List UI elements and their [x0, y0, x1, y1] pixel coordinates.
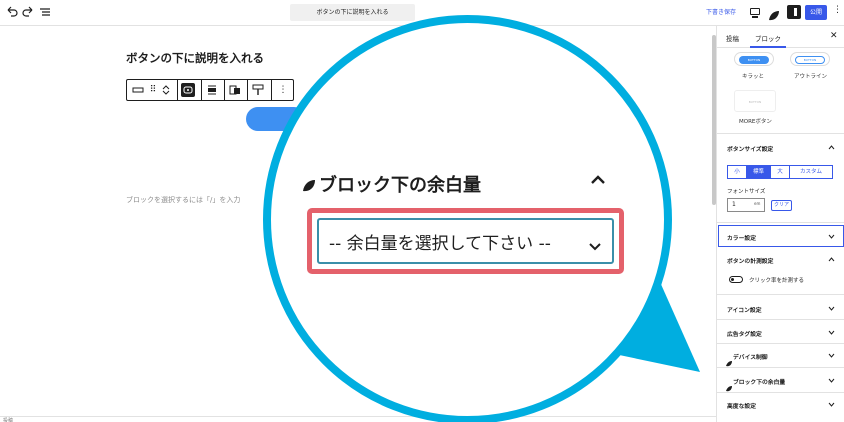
toolbar-divider	[271, 80, 272, 100]
size-button-group: 小 標準 大 カスタム	[727, 165, 833, 179]
align-icon[interactable]	[205, 83, 219, 97]
style-kiratto-preview: BUTTON	[739, 56, 769, 64]
editor-screen: ボタンの下に説明を入れる 下書き保存 公開 ⋮ ボタンの下に説明を入れる ⠿ ⋮…	[0, 0, 844, 422]
toolbar-divider	[177, 80, 178, 100]
block-toolbar: ⠿ ⋮	[126, 79, 294, 101]
publish-button[interactable]: 公開	[805, 5, 827, 20]
bottom-margin-select[interactable]: -- 余白量を選択して下さい --	[317, 218, 614, 264]
settings-sidebar: 投稿 ブロック ✕ BUTTON キラッと BUTTON アウトライン BUTT…	[716, 26, 844, 422]
advanced-section-title[interactable]: 高度な設定	[727, 401, 756, 410]
leaf-icon	[726, 377, 732, 392]
close-icon[interactable]: ✕	[830, 31, 838, 41]
color-section-title[interactable]: カラー設定	[727, 233, 756, 242]
section-divider	[717, 133, 844, 134]
sidebar-tabs: 投稿 ブロック ✕	[717, 26, 844, 48]
toolbar-divider	[247, 80, 248, 100]
save-draft-button[interactable]: 下書き保存	[706, 7, 736, 16]
style-kiratto-label: キラッと	[742, 74, 765, 80]
device-control-section-title[interactable]: デバイス制御	[733, 352, 768, 361]
chevron-down-icon[interactable]	[828, 329, 835, 336]
section-divider	[717, 319, 844, 320]
icon-section-title[interactable]: アイコン設定	[727, 305, 762, 314]
chevron-up-icon[interactable]	[828, 144, 835, 151]
zoom-magnifier: ブロック下の余白量 -- 余白量を選択して下さい --	[263, 15, 672, 422]
section-divider	[717, 392, 844, 393]
list-view-icon[interactable]	[37, 5, 53, 21]
leaf-icon	[726, 352, 732, 367]
document-title-bar[interactable]: ボタンの下に説明を入れる	[290, 4, 415, 21]
block-options-icon[interactable]: ⋮	[276, 83, 290, 97]
post-heading[interactable]: ボタンの下に説明を入れる	[126, 50, 264, 66]
move-up-down-icon[interactable]	[159, 83, 173, 97]
style-outline-preview: BUTTON	[795, 56, 825, 64]
size-custom-button[interactable]: カスタム	[790, 166, 832, 178]
section-divider	[717, 343, 844, 344]
style-more-card[interactable]: BUTTON	[734, 90, 776, 112]
size-standard-button[interactable]: 標準	[747, 166, 771, 178]
highlight-frame: -- 余白量を選択して下さい --	[307, 208, 624, 274]
redo-icon[interactable]	[20, 5, 36, 21]
chevron-down-icon[interactable]	[588, 236, 602, 251]
size-section-title[interactable]: ボタンサイズ設定	[727, 144, 773, 153]
chevron-up-icon[interactable]	[589, 171, 607, 184]
style-outline-label: アウトライン	[794, 74, 828, 80]
tab-post[interactable]: 投稿	[726, 33, 739, 43]
style-more-preview: BUTTON	[748, 100, 762, 104]
chevron-down-icon[interactable]	[828, 305, 835, 312]
block-type-icon[interactable]	[131, 83, 145, 97]
style-kiratto-card[interactable]: BUTTON	[734, 52, 774, 66]
paint-roller-icon[interactable]	[251, 83, 265, 97]
more-options-icon[interactable]: ⋮	[833, 5, 842, 15]
click-tracking-label: クリック率を計測する	[749, 278, 805, 284]
drag-handle-icon[interactable]: ⠿	[146, 83, 160, 97]
leaf-icon	[302, 178, 316, 192]
button-block-icon[interactable]	[181, 83, 195, 97]
style-variant-icon[interactable]	[228, 83, 242, 97]
style-more-label: MOREボタン	[739, 119, 772, 125]
block-appender-hint[interactable]: ブロックを選択するには「/」を入力	[126, 195, 240, 205]
section-divider	[717, 222, 844, 223]
click-tracking-toggle[interactable]	[729, 276, 743, 283]
chevron-down-icon[interactable]	[828, 377, 835, 384]
toolbar-divider	[201, 80, 202, 100]
chevron-down-icon[interactable]	[828, 352, 835, 359]
settings-sidebar-toggle[interactable]	[787, 5, 801, 19]
active-tab-indicator	[750, 46, 786, 48]
section-divider	[717, 367, 844, 368]
chevron-down-icon[interactable]	[828, 401, 835, 408]
theme-leaf-icon[interactable]	[768, 7, 780, 21]
size-large-button[interactable]: 大	[771, 166, 790, 178]
chevron-up-icon[interactable]	[828, 256, 835, 263]
bottom-margin-section-title[interactable]: ブロック下の余白量	[733, 377, 785, 386]
select-placeholder: -- 余白量を選択して下さい --	[329, 234, 551, 254]
toolbar-divider	[224, 80, 225, 100]
bottom-margin-panel-title[interactable]: ブロック下の余白量	[319, 171, 481, 197]
style-outline-card[interactable]: BUTTON	[790, 52, 830, 66]
undo-icon[interactable]	[4, 5, 20, 21]
tab-block[interactable]: ブロック	[755, 33, 781, 43]
section-divider	[717, 294, 844, 295]
font-size-unit[interactable]: em	[754, 201, 760, 206]
measure-section-title[interactable]: ボタンの計測設定	[727, 256, 773, 265]
breadcrumb[interactable]: 投稿	[3, 417, 13, 422]
status-bar	[0, 416, 716, 422]
chevron-down-icon[interactable]	[828, 233, 835, 240]
preview-icon[interactable]	[750, 8, 760, 18]
clear-font-size-button[interactable]: クリア	[771, 200, 792, 211]
ad-tag-section-title[interactable]: 広告タグ設定	[727, 329, 762, 338]
size-small-button[interactable]: 小	[728, 166, 747, 178]
font-size-label: フォントサイズ	[727, 189, 766, 195]
